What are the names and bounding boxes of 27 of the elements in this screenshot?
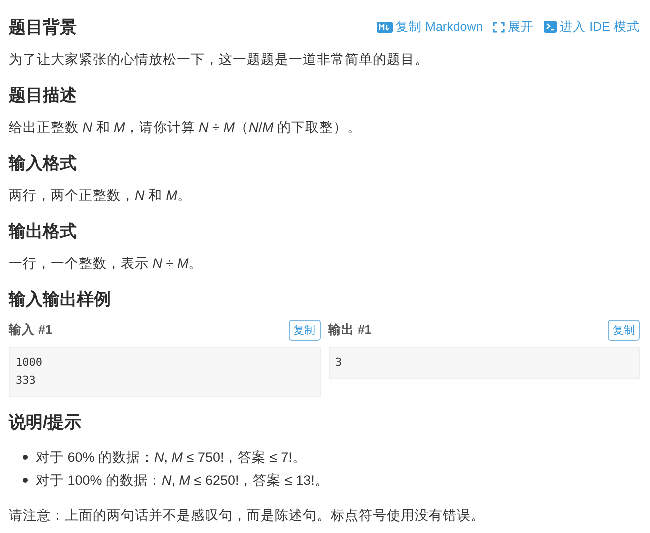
list-item: 对于 100% 的数据：N, M ≤ 6250!，答案 ≤ 13!。: [36, 472, 329, 490]
markdown-icon: [377, 22, 394, 32]
paragraph: 给出正整数 N 和 M，请你计算 N ÷ M（N/M 的下取整）。: [9, 119, 362, 137]
section-heading: 输入输出样例: [9, 288, 111, 310]
bullet-icon: [23, 478, 28, 483]
paragraph: 一行，一个整数，表示 N ÷ M。: [9, 255, 204, 273]
toolbar-link[interactable]: 展开: [493, 18, 534, 36]
toolbar-link[interactable]: 进入 IDE 模式: [544, 18, 640, 36]
paragraph: 请注意：上面的两句话并不是感叹句，而是陈述句。标点符号使用没有错误。: [9, 507, 486, 525]
sample-code: 1000 333: [9, 347, 320, 397]
copy-button[interactable]: 复制: [288, 320, 320, 341]
expand-icon: [493, 22, 506, 32]
paragraph: 两行，两个正整数，N 和 M。: [9, 187, 193, 205]
section-heading: 输出格式: [9, 220, 77, 242]
section-heading: 说明/提示: [9, 412, 82, 434]
sample-code: 3: [328, 347, 640, 379]
toolbar-link[interactable]: 复制 Markdown: [377, 18, 484, 36]
copy-button[interactable]: 复制: [608, 320, 640, 341]
bullet-icon: [23, 455, 28, 460]
list-item: 对于 60% 的数据：N, M ≤ 750!，答案 ≤ 7!。: [36, 449, 306, 467]
terminal-icon: [544, 21, 558, 33]
paragraph: 为了让大家紧张的心情放松一下，这一题题是一道非常简单的题目。: [9, 51, 430, 69]
section-heading: 输入格式: [9, 152, 77, 174]
sample-label: 输入 #1: [9, 322, 52, 339]
section-heading: 题目描述: [9, 84, 77, 106]
sample-label: 输出 #1: [328, 322, 372, 339]
section-heading: 题目背景: [9, 16, 77, 38]
